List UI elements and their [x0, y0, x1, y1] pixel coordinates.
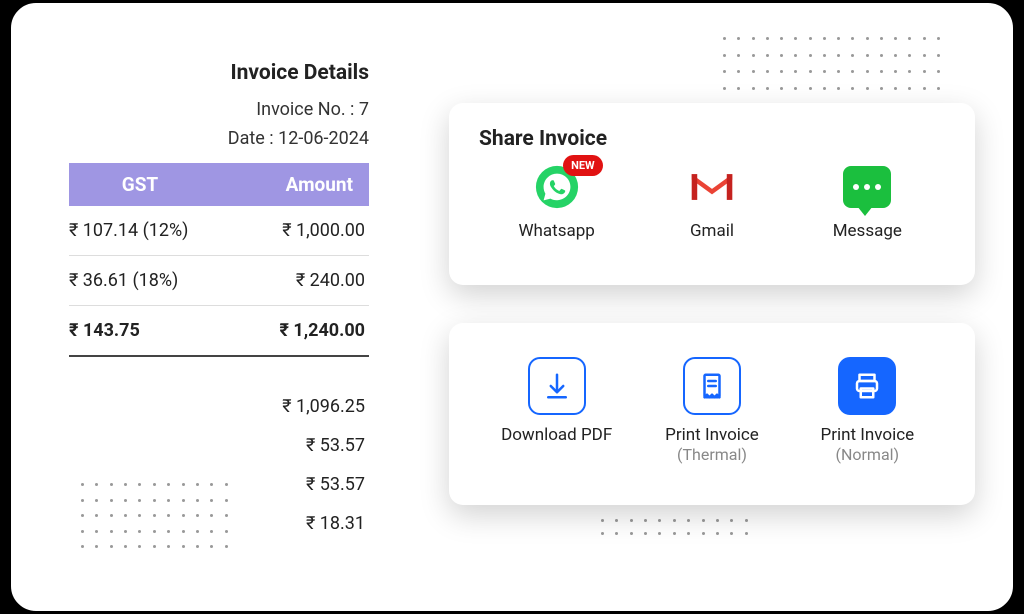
download-pdf-button[interactable]: Download PDF	[482, 357, 632, 445]
invoice-actions-card: Download PDF Print Invoice (Thermal)	[449, 323, 975, 505]
share-card-title: Share Invoice	[479, 127, 945, 151]
message-icon	[843, 163, 891, 211]
total-amount: ₹ 1,240.00	[217, 306, 369, 355]
invoice-date: Date : 12-06-2024	[69, 128, 369, 149]
table-row: ₹ 36.61 (18%) ₹ 240.00	[69, 256, 369, 306]
invoice-table: GST Amount ₹ 107.14 (12%) ₹ 1,000.00 ₹ 3…	[69, 163, 369, 357]
extra-amount: ₹ 53.57	[69, 465, 369, 504]
invoice-title: Invoice Details	[69, 61, 369, 85]
invoice-number: Invoice No. : 7	[69, 99, 369, 120]
cell-gst: ₹ 107.14 (12%)	[69, 206, 217, 255]
share-gmail-label: Gmail	[690, 221, 734, 241]
table-header: GST Amount	[69, 163, 369, 206]
printer-icon	[838, 357, 896, 415]
cell-amount: ₹ 1,000.00	[217, 206, 369, 255]
app-frame: Invoice Details Invoice No. : 7 Date : 1…	[8, 0, 1016, 614]
share-whatsapp-button[interactable]: NEW Whatsapp	[482, 163, 632, 241]
receipt-icon	[683, 357, 741, 415]
print-thermal-sub: (Thermal)	[677, 445, 747, 464]
print-normal-label: Print Invoice	[820, 425, 914, 445]
gmail-icon	[688, 163, 736, 211]
download-pdf-label: Download PDF	[501, 425, 612, 445]
invoice-details-panel: Invoice Details Invoice No. : 7 Date : 1…	[69, 61, 369, 543]
print-normal-button[interactable]: Print Invoice (Normal)	[792, 357, 942, 464]
new-badge: NEW	[563, 155, 603, 176]
share-gmail-button[interactable]: Gmail	[637, 163, 787, 241]
extra-amount: ₹ 18.31	[69, 504, 369, 543]
print-thermal-button[interactable]: Print Invoice (Thermal)	[637, 357, 787, 464]
share-message-button[interactable]: Message	[792, 163, 942, 241]
table-row-total: ₹ 143.75 ₹ 1,240.00	[69, 306, 369, 357]
table-row: ₹ 107.14 (12%) ₹ 1,000.00	[69, 206, 369, 256]
extra-amount: ₹ 53.57	[69, 426, 369, 465]
cell-gst: ₹ 36.61 (18%)	[69, 256, 217, 305]
header-amount: Amount	[211, 163, 369, 206]
extra-amount: ₹ 1,096.25	[69, 387, 369, 426]
cell-amount: ₹ 240.00	[217, 256, 369, 305]
share-message-label: Message	[833, 221, 902, 241]
print-normal-sub: (Normal)	[835, 445, 899, 464]
share-whatsapp-label: Whatsapp	[518, 221, 594, 241]
total-gst: ₹ 143.75	[69, 306, 217, 355]
share-invoice-card: Share Invoice NEW Whatsapp	[449, 103, 975, 285]
decorative-dots-bottom-right	[601, 519, 751, 537]
header-gst: GST	[69, 163, 211, 206]
extra-amounts-list: ₹ 1,096.25 ₹ 53.57 ₹ 53.57 ₹ 18.31	[69, 387, 369, 543]
download-icon	[528, 357, 586, 415]
whatsapp-icon: NEW	[533, 163, 581, 211]
decorative-dots-top	[723, 37, 943, 95]
print-thermal-label: Print Invoice	[665, 425, 759, 445]
